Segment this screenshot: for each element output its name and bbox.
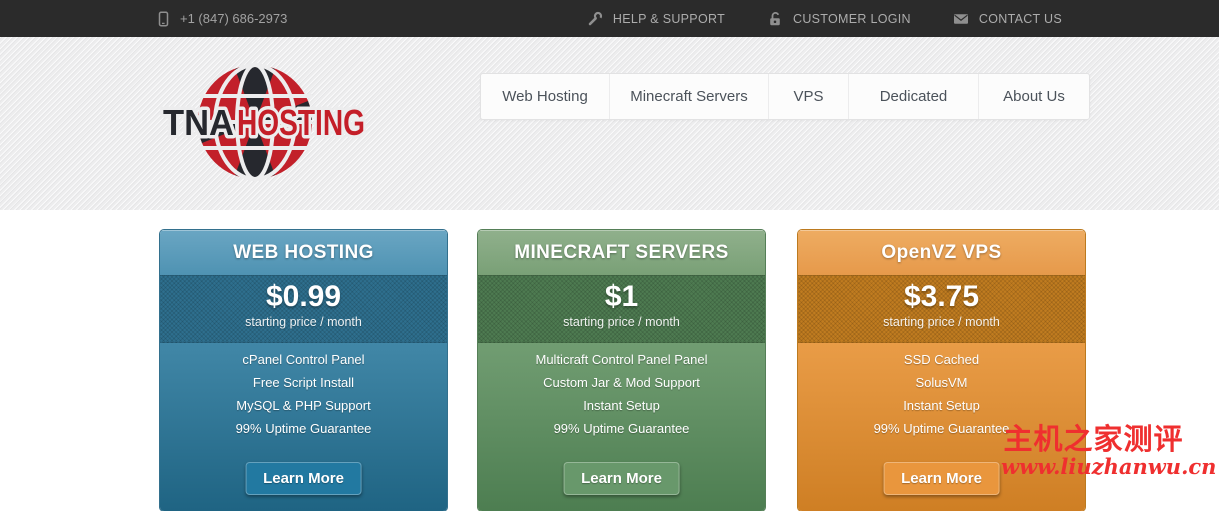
feature-item: 99% Uptime Guarantee [478, 417, 765, 440]
envelope-icon [953, 11, 969, 27]
tnahosting-logo[interactable]: TNA HOSTING [160, 60, 375, 185]
contact-us-label: CONTACT US [979, 12, 1062, 26]
feature-item: 99% Uptime Guarantee [160, 417, 447, 440]
price-note: starting price / month [478, 314, 765, 330]
pricing-card-web-hosting: WEB HOSTING $0.99 starting price / month… [160, 230, 447, 511]
card-title: OpenVZ VPS [798, 230, 1085, 276]
feature-item: cPanel Control Panel [160, 348, 447, 371]
logo-text-hosting: HOSTING [237, 102, 365, 143]
customer-login-link[interactable]: CUSTOMER LOGIN [767, 11, 911, 27]
pricing-card-openvz-vps: OpenVZ VPS $3.75 starting price / month … [798, 230, 1085, 511]
card-price-band: $1 starting price / month [478, 275, 765, 343]
feature-item: Free Script Install [160, 371, 447, 394]
pricing-card-minecraft-servers: MINECRAFT SERVERS $1 starting price / mo… [478, 230, 765, 511]
nav-item-minecraft-servers[interactable]: Minecraft Servers [610, 74, 769, 119]
main-navigation: Web Hosting Minecraft Servers VPS Dedica… [480, 73, 1090, 120]
wrench-icon [587, 11, 603, 27]
price-amount: $1 [478, 280, 765, 314]
card-title: WEB HOSTING [160, 230, 447, 276]
mobile-phone-icon [155, 11, 171, 27]
nav-item-about-us[interactable]: About Us [979, 74, 1089, 119]
feature-item: Instant Setup [798, 394, 1085, 417]
feature-item: Custom Jar & Mod Support [478, 371, 765, 394]
phone-number-group: +1 (847) 686-2973 [155, 0, 287, 37]
help-support-link[interactable]: HELP & SUPPORT [587, 11, 725, 27]
contact-us-link[interactable]: CONTACT US [953, 11, 1062, 27]
feature-item: Instant Setup [478, 394, 765, 417]
customer-login-label: CUSTOMER LOGIN [793, 12, 911, 26]
feature-item: 99% Uptime Guarantee [798, 417, 1085, 440]
lock-icon [767, 11, 783, 27]
nav-item-dedicated[interactable]: Dedicated [849, 74, 979, 119]
top-bar: +1 (847) 686-2973 HELP & SUPPORT CUSTOME… [0, 0, 1219, 37]
feature-item: Multicraft Control Panel Panel [478, 348, 765, 371]
card-body: SSD Cached SolusVM Instant Setup 99% Upt… [798, 343, 1085, 511]
price-note: starting price / month [798, 314, 1085, 330]
phone-number: +1 (847) 686-2973 [180, 11, 287, 26]
learn-more-button-minecraft[interactable]: Learn More [563, 462, 680, 495]
topbar-links: HELP & SUPPORT CUSTOMER LOGIN CONTACT US [587, 0, 1062, 37]
price-amount: $3.75 [798, 280, 1085, 314]
nav-item-web-hosting[interactable]: Web Hosting [481, 74, 610, 119]
help-support-label: HELP & SUPPORT [613, 12, 725, 26]
card-body: cPanel Control Panel Free Script Install… [160, 343, 447, 511]
feature-item: SSD Cached [798, 348, 1085, 371]
price-note: starting price / month [160, 314, 447, 330]
card-body: Multicraft Control Panel Panel Custom Ja… [478, 343, 765, 511]
learn-more-button-openvz[interactable]: Learn More [883, 462, 1000, 495]
feature-item: SolusVM [798, 371, 1085, 394]
logo-text-tna: TNA [163, 102, 234, 143]
learn-more-button-web-hosting[interactable]: Learn More [245, 462, 362, 495]
card-title: MINECRAFT SERVERS [478, 230, 765, 276]
feature-item: MySQL & PHP Support [160, 394, 447, 417]
site-header: TNA HOSTING Web Hosting Minecraft Server… [0, 37, 1219, 210]
nav-item-vps[interactable]: VPS [769, 74, 849, 119]
price-amount: $0.99 [160, 280, 447, 314]
card-price-band: $3.75 starting price / month [798, 275, 1085, 343]
card-price-band: $0.99 starting price / month [160, 275, 447, 343]
